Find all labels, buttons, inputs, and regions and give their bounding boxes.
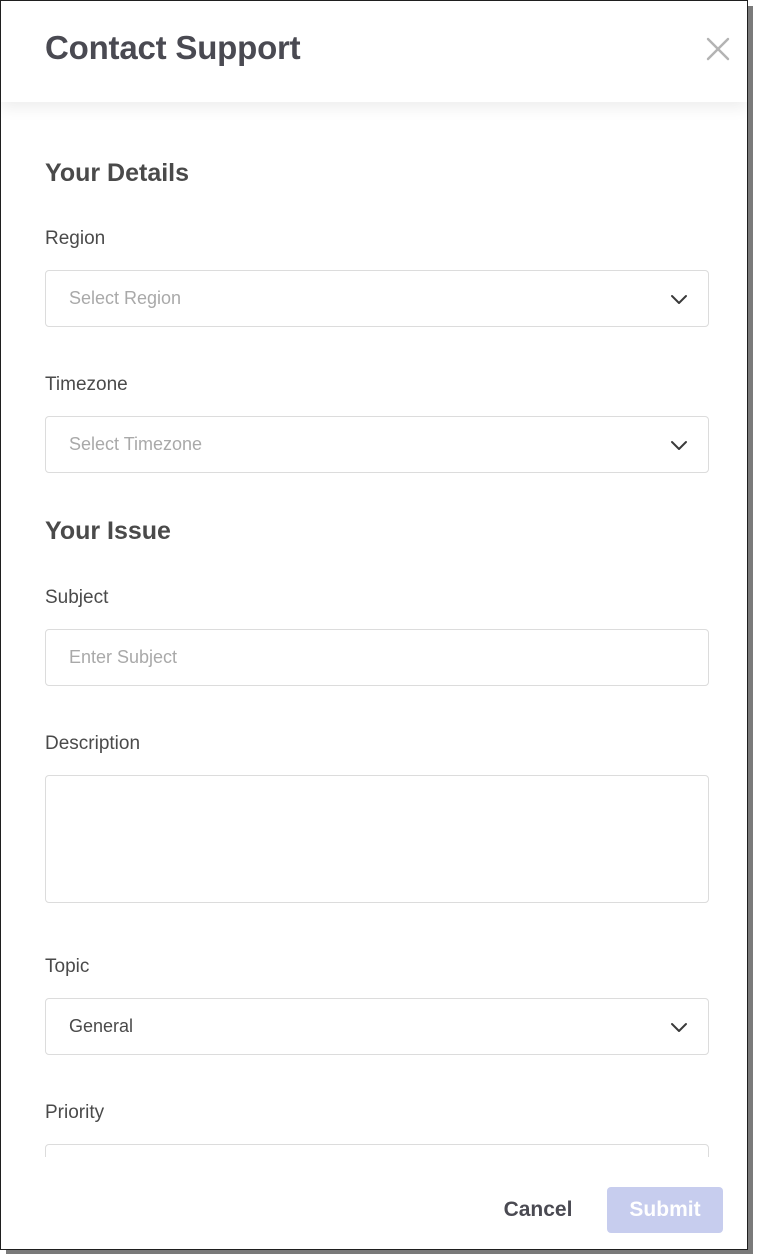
region-select[interactable]: Select Region xyxy=(45,270,709,327)
modal-shadow-right xyxy=(748,6,753,1254)
modal-title: Contact Support xyxy=(45,29,301,66)
submit-button[interactable]: Submit xyxy=(607,1187,723,1233)
timezone-label: Timezone xyxy=(45,374,128,395)
timezone-select-placeholder: Select Timezone xyxy=(69,434,203,454)
cancel-button[interactable]: Cancel xyxy=(487,1187,589,1233)
modal-body[interactable]: Your Details Region Select Region Timezo… xyxy=(1,102,747,1157)
topic-select[interactable]: General xyxy=(45,998,709,1055)
timezone-select[interactable]: Select Timezone xyxy=(45,416,709,473)
close-icon xyxy=(706,37,730,61)
topic-select-value: General xyxy=(69,1016,134,1036)
region-select-placeholder: Select Region xyxy=(69,288,182,308)
section-title-your-issue: Your Issue xyxy=(45,517,171,545)
chevron-down-icon xyxy=(671,295,687,304)
description-textarea[interactable] xyxy=(45,775,709,903)
modal-header: Contact Support xyxy=(1,1,747,102)
section-title-your-details: Your Details xyxy=(45,159,190,187)
subject-input[interactable]: Enter Subject xyxy=(45,629,709,686)
priority-select[interactable] xyxy=(45,1144,709,1157)
region-label: Region xyxy=(45,228,106,249)
modal-shadow-bottom xyxy=(6,1250,753,1254)
subject-input-placeholder: Enter Subject xyxy=(69,647,178,667)
subject-label: Subject xyxy=(45,587,109,608)
chevron-down-icon xyxy=(671,441,687,450)
description-label: Description xyxy=(45,733,141,754)
priority-label: Priority xyxy=(45,1102,105,1123)
close-button[interactable] xyxy=(704,35,732,63)
modal-footer: Cancel Submit xyxy=(1,1157,747,1249)
topic-label: Topic xyxy=(45,956,90,977)
chevron-down-icon xyxy=(671,1023,687,1032)
contact-support-modal: Contact Support Your Details Region Sele… xyxy=(0,0,748,1250)
